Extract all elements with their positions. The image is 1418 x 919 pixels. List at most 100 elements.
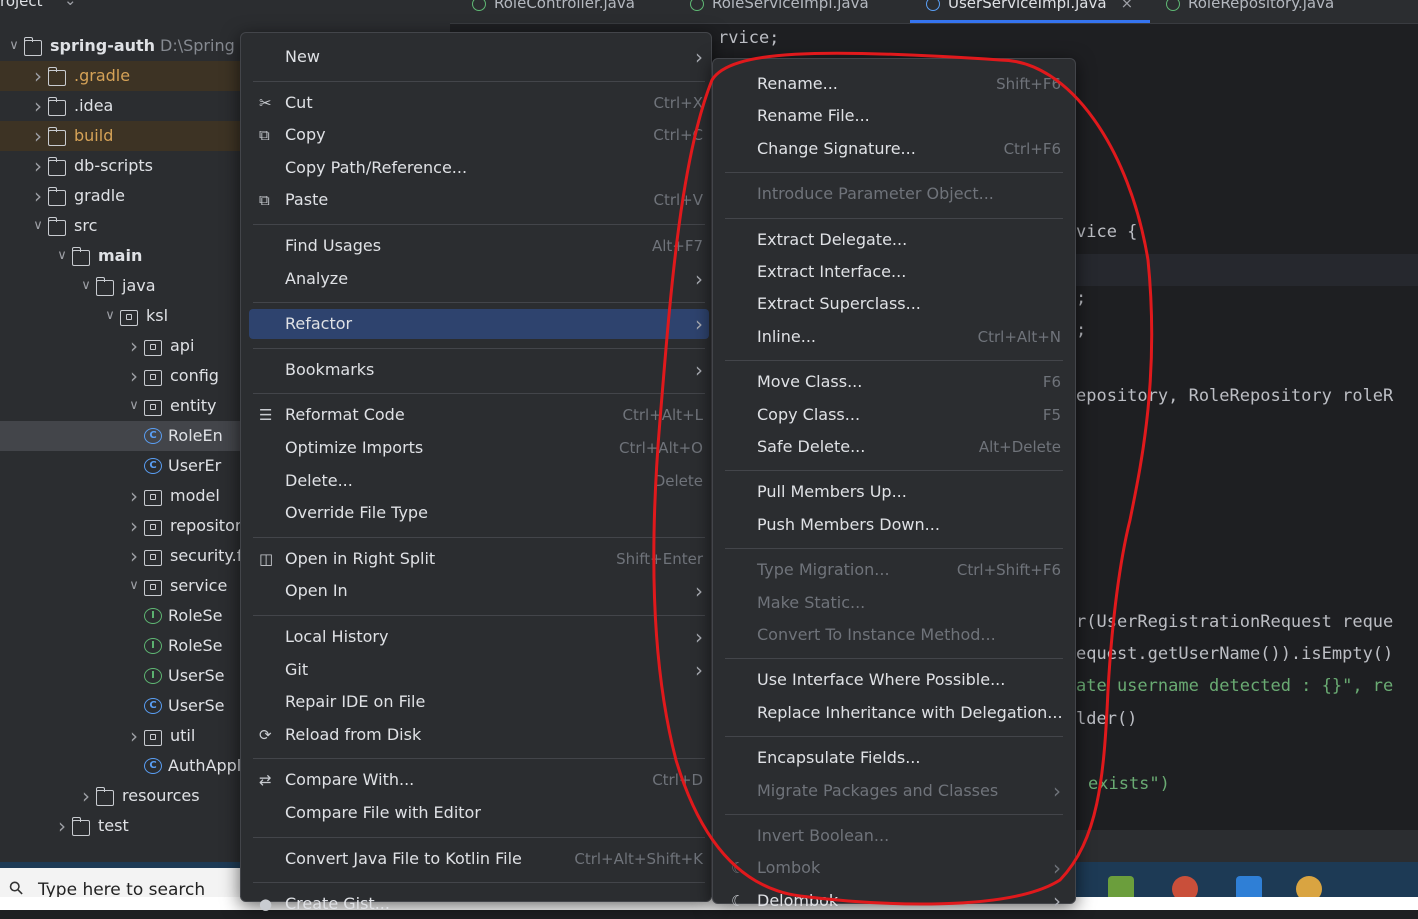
reformat-icon: ☰ bbox=[259, 406, 273, 425]
tree-node-label: main bbox=[98, 246, 143, 265]
menu-item-new[interactable]: New › bbox=[285, 42, 703, 72]
menu-separator bbox=[253, 882, 705, 884]
chevron-down-icon[interactable]: ⌄ bbox=[64, 0, 77, 9]
menu-item-encapsulate-fields[interactable]: Encapsulate Fields... bbox=[757, 743, 1061, 773]
chevron-right-icon[interactable]: › bbox=[126, 361, 142, 391]
tree-node-label: db-scripts bbox=[74, 156, 154, 175]
chevron-down-icon[interactable]: ∨ bbox=[102, 301, 118, 331]
menu-item-inline[interactable]: Inline... Ctrl+Alt+N bbox=[757, 322, 1061, 352]
tab-roleserviceimpl[interactable]: RoleServiceImpl.java bbox=[690, 0, 869, 12]
shortcut-label: Delete bbox=[653, 471, 703, 490]
chevron-down-icon[interactable]: ∨ bbox=[30, 211, 46, 241]
menu-separator bbox=[253, 836, 705, 838]
module-path: D:\Spring P bbox=[160, 36, 250, 55]
menu-item-open-in[interactable]: Open In › bbox=[285, 576, 703, 606]
chevron-right-icon: › bbox=[1053, 888, 1061, 913]
menu-item-pull-members-up[interactable]: Pull Members Up... bbox=[757, 477, 1061, 507]
tree-node[interactable]: C RoleEn bbox=[0, 421, 240, 451]
menu-item-label: Copy bbox=[285, 125, 326, 145]
chevron-right-icon[interactable]: › bbox=[30, 91, 46, 121]
menu-item-git[interactable]: Git › bbox=[285, 655, 703, 685]
menu-item-label: Safe Delete... bbox=[757, 437, 866, 456]
menu-item-use-interface-where-possible[interactable]: Use Interface Where Possible... bbox=[757, 665, 1061, 695]
chevron-right-icon[interactable]: › bbox=[54, 811, 70, 841]
menu-item-move-class[interactable]: Move Class... F6 bbox=[757, 367, 1061, 397]
menu-item-refactor[interactable]: Refactor › bbox=[285, 309, 703, 339]
menu-item-label: Migrate Packages and Classes bbox=[757, 780, 999, 800]
chevron-right-icon[interactable]: › bbox=[30, 151, 46, 181]
chevron-right-icon: › bbox=[695, 312, 703, 337]
shortcut-label: Shift+F6 bbox=[996, 75, 1061, 93]
menu-item-compare-with[interactable]: ⇄ Compare With... Ctrl+D bbox=[259, 765, 703, 795]
shortcut-label: Alt+Delete bbox=[978, 438, 1061, 456]
menu-item-extract-superclass[interactable]: Extract Superclass... bbox=[757, 289, 1061, 319]
menu-item-replace-inheritance-with-delegation[interactable]: Replace Inheritance with Delegation... bbox=[757, 698, 1063, 728]
chevron-down-icon[interactable]: ∨ bbox=[54, 241, 70, 271]
menu-item-delete[interactable]: Delete... Delete bbox=[285, 466, 703, 496]
menu-item-delombok[interactable]: ☾ Delombok › bbox=[731, 886, 1061, 916]
menu-item-label: Find Usages bbox=[285, 236, 382, 255]
code-line: epository, RoleRepository roleR bbox=[1076, 386, 1394, 406]
package-icon bbox=[120, 310, 138, 326]
compare-icon: ⇄ bbox=[259, 771, 272, 790]
menu-item-local-history[interactable]: Local History › bbox=[285, 622, 703, 652]
menu-item-cut[interactable]: ✂ Cut Ctrl+X bbox=[259, 88, 703, 118]
menu-item-compare-file-with-editor[interactable]: Compare File with Editor bbox=[285, 798, 703, 828]
chevron-down-icon[interactable]: ∨ bbox=[126, 571, 142, 601]
menu-item-label: Extract Interface... bbox=[757, 262, 907, 281]
menu-item-label: Analyze bbox=[285, 268, 349, 288]
tree-node-label: repository bbox=[170, 516, 251, 535]
menu-item-rename[interactable]: Rename... Shift+F6 bbox=[757, 69, 1061, 99]
project-panel-title[interactable]: roject bbox=[0, 0, 43, 10]
chevron-down-icon[interactable]: ∨ bbox=[78, 271, 94, 301]
menu-item-copy[interactable]: ⧉ Copy Ctrl+C bbox=[259, 120, 703, 150]
menu-item-create-gist[interactable]: ● Create Gist... bbox=[259, 889, 703, 919]
chevron-right-icon[interactable]: › bbox=[126, 331, 142, 361]
menu-separator bbox=[725, 470, 1063, 472]
menu-item-migrate-packages-and-classes: Migrate Packages and Classes › bbox=[757, 776, 1061, 806]
chevron-right-icon[interactable]: › bbox=[78, 781, 94, 811]
tab-rolecontroller[interactable]: RoleController.java bbox=[472, 0, 635, 12]
menu-item-type-migration: Type Migration... Ctrl+Shift+F6 bbox=[757, 555, 1061, 585]
menu-item-analyze[interactable]: Analyze › bbox=[285, 264, 703, 294]
menu-item-reformat-code[interactable]: ☰ Reformat Code Ctrl+Alt+L bbox=[259, 400, 703, 430]
chevron-right-icon[interactable]: › bbox=[126, 541, 142, 571]
package-icon bbox=[144, 400, 162, 416]
class-icon bbox=[926, 0, 940, 11]
tab-rolerepository[interactable]: RoleRepository.java bbox=[1166, 0, 1334, 12]
chevron-right-icon[interactable]: › bbox=[126, 481, 142, 511]
menu-item-convert-java-file-to-kotlin-file[interactable]: Convert Java File to Kotlin File Ctrl+Alt… bbox=[285, 844, 703, 874]
menu-item-copy-class[interactable]: Copy Class... F5 bbox=[757, 400, 1061, 430]
menu-item-extract-delegate[interactable]: Extract Delegate... bbox=[757, 225, 1061, 255]
chevron-down-icon[interactable]: ∨ bbox=[126, 391, 142, 421]
menu-item-change-signature[interactable]: Change Signature... Ctrl+F6 bbox=[757, 134, 1061, 164]
menu-item-copy-path-reference[interactable]: Copy Path/Reference... bbox=[285, 153, 703, 183]
menu-item-override-file-type[interactable]: Override File Type bbox=[285, 498, 703, 528]
menu-item-reload-from-disk[interactable]: ⟳ Reload from Disk bbox=[259, 720, 703, 750]
tree-node[interactable]: › build bbox=[0, 121, 240, 151]
menu-item-find-usages[interactable]: Find Usages Alt+F7 bbox=[285, 231, 703, 261]
menu-item-rename-file[interactable]: Rename File... bbox=[757, 101, 1061, 131]
menu-item-open-in-right-split[interactable]: ◫ Open in Right Split Shift+Enter bbox=[259, 544, 703, 574]
tree-node-label: RoleEn bbox=[168, 426, 223, 445]
tree-node[interactable]: › .gradle bbox=[0, 61, 240, 91]
menu-item-safe-delete[interactable]: Safe Delete... Alt+Delete bbox=[757, 432, 1061, 462]
menu-item-bookmarks[interactable]: Bookmarks › bbox=[285, 355, 703, 385]
menu-item-repair-ide-on-file[interactable]: Repair IDE on File bbox=[285, 687, 703, 717]
menu-item-optimize-imports[interactable]: Optimize Imports Ctrl+Alt+O bbox=[285, 433, 703, 463]
close-icon[interactable]: × bbox=[1121, 0, 1134, 12]
tree-node-label: UserEr bbox=[168, 456, 222, 475]
tab-userserviceimpl[interactable]: UserServiceImpl.java × bbox=[926, 0, 1133, 12]
code-line: lder() bbox=[1076, 709, 1138, 729]
chevron-down-icon[interactable]: ∨ bbox=[6, 31, 22, 61]
menu-item-extract-interface[interactable]: Extract Interface... bbox=[757, 257, 1061, 287]
chevron-right-icon[interactable]: › bbox=[126, 721, 142, 751]
menu-item-paste[interactable]: ⧉ Paste Ctrl+V bbox=[259, 185, 703, 215]
chevron-right-icon[interactable]: › bbox=[30, 181, 46, 211]
menu-item-push-members-down[interactable]: Push Members Down... bbox=[757, 510, 1061, 540]
chevron-right-icon[interactable]: › bbox=[126, 511, 142, 541]
class-icon: C bbox=[144, 698, 162, 714]
chevron-right-icon[interactable]: › bbox=[30, 121, 46, 151]
chevron-right-icon[interactable]: › bbox=[30, 61, 46, 91]
delombok-icon: ☾ bbox=[731, 891, 745, 910]
